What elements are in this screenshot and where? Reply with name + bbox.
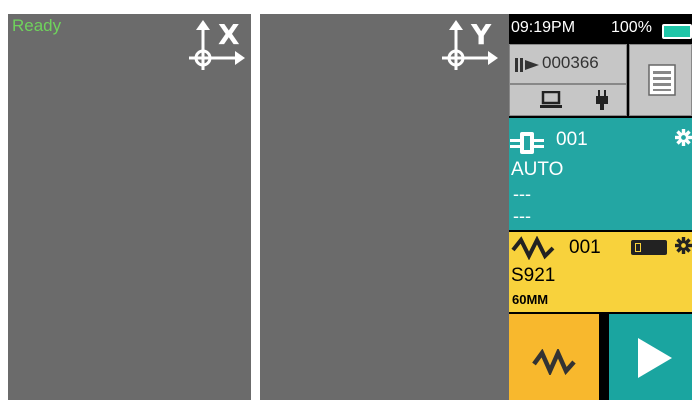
list-icon xyxy=(648,64,676,96)
x-axis-indicator: X xyxy=(183,18,253,80)
splice-program-number: 001 xyxy=(556,129,588,150)
splice-program-card[interactable]: 001 AUTO --- --- xyxy=(509,118,692,230)
control-panel: 09:19PM 100% 000366 001 AUTO --- --- 001… xyxy=(509,14,692,400)
x-axis-label: X xyxy=(218,18,240,51)
arc-counter[interactable]: 000366 xyxy=(509,44,627,84)
arc-count-value: 000366 xyxy=(542,53,599,72)
gear-icon[interactable] xyxy=(675,129,692,146)
arc-counter-icon xyxy=(515,58,539,72)
heat-program-number: 001 xyxy=(569,237,601,258)
laptop-icon xyxy=(540,91,562,108)
y-axis-indicator: Y xyxy=(436,18,506,80)
menu-button[interactable] xyxy=(629,44,692,116)
battery-percent: 100% xyxy=(611,19,652,36)
y-axis-label: Y xyxy=(471,18,492,51)
sleeve-length: 60MM xyxy=(512,292,549,307)
camera-view-x: Ready X xyxy=(8,14,251,400)
fiber-icon xyxy=(510,132,544,154)
heat-program-card[interactable]: 001 S921 60MM xyxy=(509,232,692,312)
status-bar: 09:19PM 100% xyxy=(509,14,692,42)
heater-wave-icon xyxy=(532,349,576,375)
view-divider xyxy=(251,14,260,400)
play-icon xyxy=(638,338,672,378)
battery-icon xyxy=(662,24,692,39)
splice-detail-1: --- xyxy=(513,184,531,204)
splice-detail-2: --- xyxy=(513,206,531,226)
heat-program-name: S921 xyxy=(511,265,556,286)
power-source-indicator[interactable] xyxy=(509,84,627,116)
camera-view-y: Y xyxy=(260,14,509,400)
heater-wave-icon xyxy=(511,236,555,260)
gear-icon[interactable] xyxy=(675,237,692,254)
heat-button[interactable] xyxy=(509,314,599,400)
clock: 09:19PM xyxy=(511,19,576,36)
heater-toggle[interactable] xyxy=(631,240,667,255)
plug-icon xyxy=(596,90,608,110)
splicer-screen: Ready X Y 09:19PM 100% 000366 001 AUTO -… xyxy=(8,14,692,400)
splice-mode: AUTO xyxy=(511,159,564,180)
status-text: Ready xyxy=(12,16,62,35)
start-button[interactable] xyxy=(609,314,692,400)
